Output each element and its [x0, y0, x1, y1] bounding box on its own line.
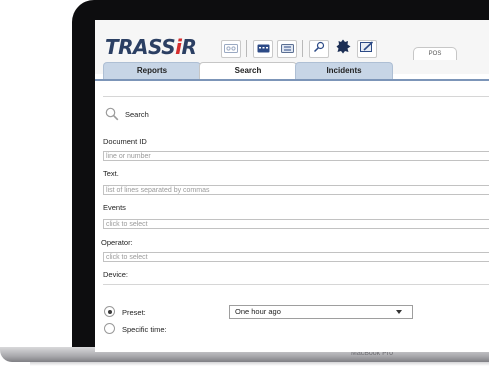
device-label-text: Device: [103, 270, 129, 279]
cassette-button[interactable] [221, 40, 241, 58]
edit-window-icon [360, 40, 374, 58]
pos-tab[interactable]: POS [413, 47, 457, 60]
tab-reports[interactable]: Reports [103, 62, 201, 79]
search-icon [105, 107, 119, 126]
operator-label: Operator: [101, 238, 133, 247]
magnifier-button[interactable] [309, 40, 329, 58]
document-id-field[interactable]: line or number [103, 151, 489, 161]
operator-field[interactable]: click to select [103, 252, 489, 262]
trassir-logo: TRASSiR [105, 35, 197, 59]
keyboard-icon [257, 40, 270, 58]
toolbar-separator [246, 40, 247, 57]
specific-time-label: Specific time: [122, 325, 167, 334]
keyboard-button[interactable] [253, 40, 273, 58]
document-id-label: Document ID [103, 137, 147, 146]
preset-dropdown[interactable]: One hour ago [229, 305, 413, 319]
edit-window-button[interactable] [357, 40, 377, 58]
preset-dropdown-value: One hour ago [235, 307, 281, 316]
list-icon [280, 40, 294, 58]
puzzle-button[interactable] [333, 39, 353, 59]
cassette-icon [224, 40, 238, 58]
search-title: Search [125, 110, 149, 119]
main-tabs: Reports Search Incidents [95, 62, 489, 80]
specific-time-radio[interactable] [104, 323, 115, 334]
laptop-base-shadow [30, 362, 489, 366]
device-separator [103, 284, 489, 285]
text-label: Text. [103, 169, 119, 178]
dropdown-arrow-icon [396, 310, 402, 314]
magnifier-icon [313, 40, 325, 58]
logo-part-1: TRASS [105, 35, 176, 59]
preset-label: Preset: [122, 308, 146, 317]
preset-radio[interactable] [104, 306, 115, 317]
app-window: TRASSiR POS Reports Search Incidents Sea… [95, 20, 489, 352]
events-label: Events [103, 203, 126, 212]
panel-top-border [103, 96, 489, 97]
tab-search[interactable]: Search [199, 62, 297, 80]
events-field[interactable]: click to select [103, 219, 489, 229]
toolbar-separator [302, 40, 303, 57]
tab-incidents[interactable]: Incidents [295, 62, 393, 79]
logo-part-3: R [181, 35, 197, 59]
list-button[interactable] [277, 40, 297, 58]
tab-underline [95, 79, 489, 81]
text-field[interactable]: list of lines separated by commas [103, 185, 489, 195]
puzzle-icon [336, 39, 351, 59]
